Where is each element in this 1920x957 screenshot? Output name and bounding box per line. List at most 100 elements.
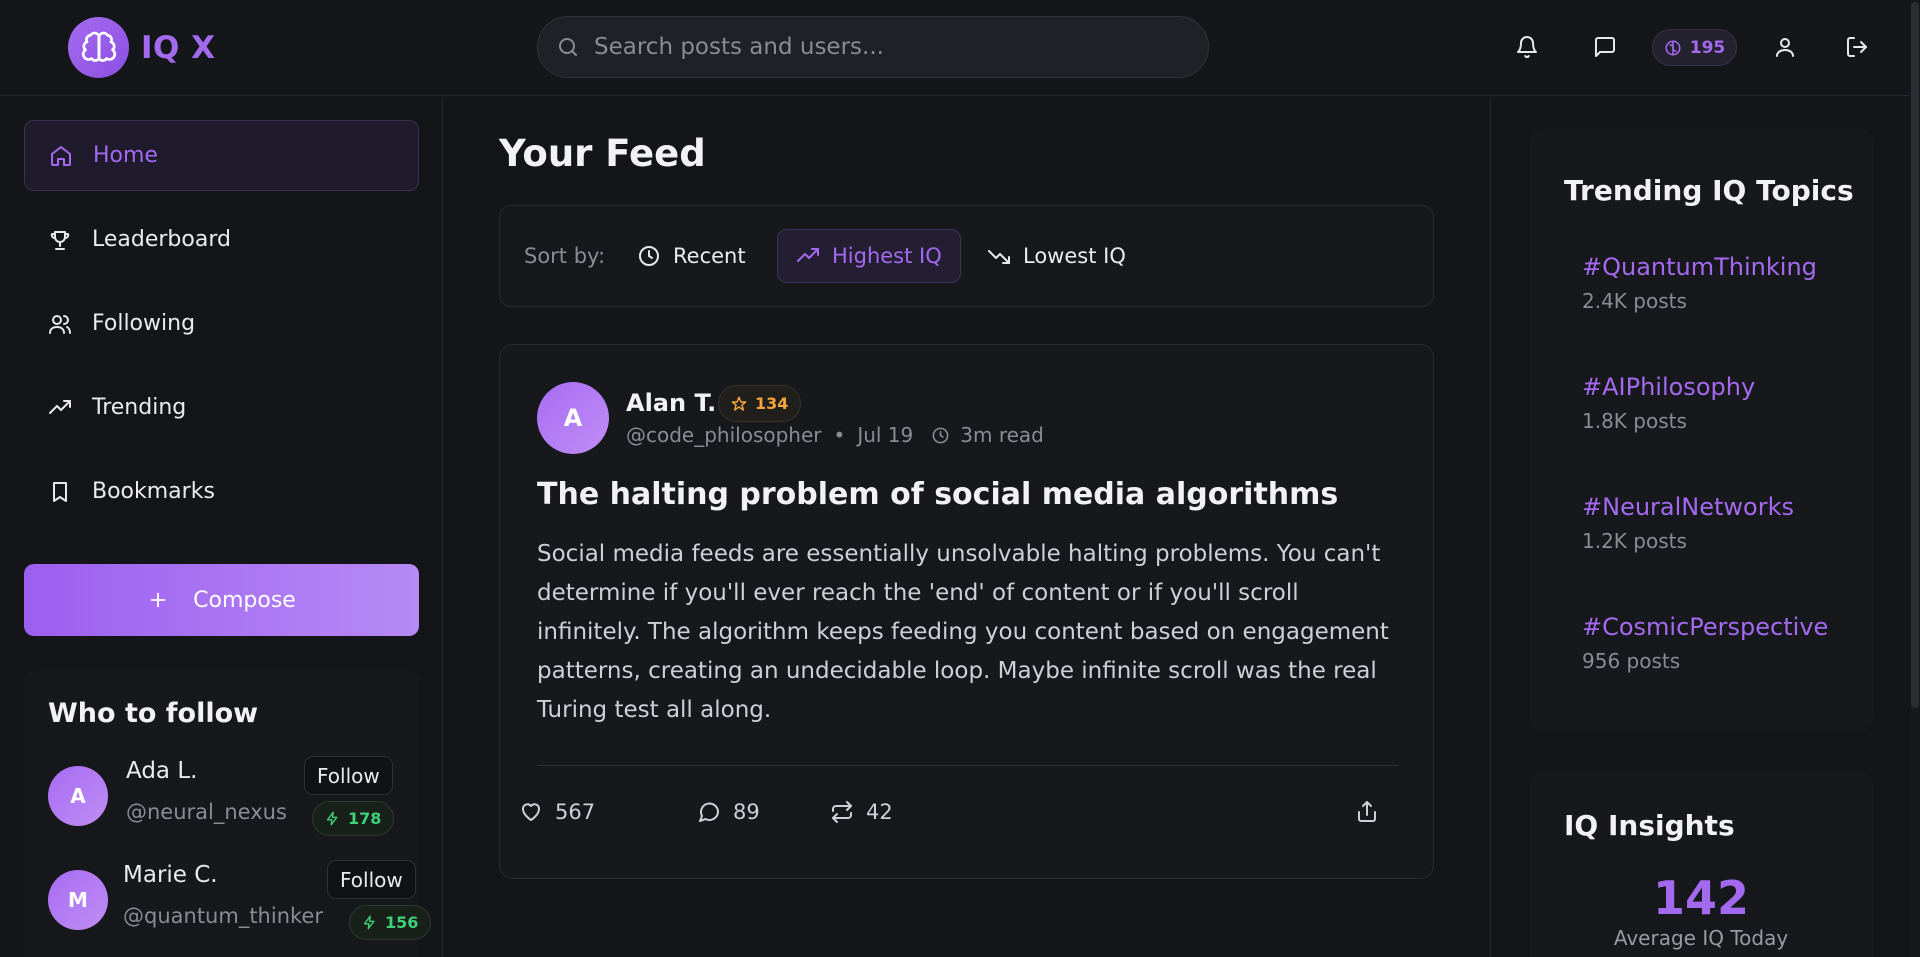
repost-button[interactable]: 42	[830, 800, 893, 824]
trending-tag[interactable]: #NeuralNetworks	[1582, 493, 1862, 521]
app-name: IQ X	[141, 29, 216, 66]
avatar[interactable]: A	[537, 382, 609, 454]
who-to-follow-card: Who to follow A Ada L. Follow @neural_ne…	[24, 670, 432, 957]
bookmark-icon	[48, 480, 72, 504]
brain-icon	[1664, 39, 1682, 57]
sort-option-label: Lowest IQ	[1023, 244, 1126, 268]
iq-score-value: 195	[1689, 37, 1726, 58]
plus-icon	[147, 589, 169, 611]
post-author-name[interactable]: Alan T.	[626, 389, 716, 417]
clock-icon	[931, 426, 950, 445]
sidebar-item-home[interactable]: Home	[24, 120, 419, 191]
sidebar-item-label: Trending	[92, 395, 187, 420]
share-icon	[1355, 800, 1379, 824]
page-title: Your Feed	[499, 132, 706, 175]
suggested-user[interactable]: A Ada L. Follow @neural_nexus 178	[48, 754, 428, 844]
post-read-time: 3m read	[960, 423, 1044, 447]
sort-recent-button[interactable]: Recent	[619, 229, 764, 283]
trending-topic[interactable]: #QuantumThinking 2.4K posts	[1582, 253, 1862, 313]
repost-icon	[830, 800, 854, 824]
like-button[interactable]: 567	[519, 800, 595, 824]
meta-separator: •	[833, 423, 846, 447]
suggested-user-handle: @quantum_thinker	[123, 904, 323, 928]
message-icon[interactable]	[1590, 32, 1620, 62]
suggested-user-name[interactable]: Ada L.	[126, 758, 197, 784]
scrollbar-thumb[interactable]	[1911, 2, 1919, 708]
trending-tag[interactable]: #CosmicPerspective	[1582, 613, 1862, 641]
follow-button[interactable]: Follow	[327, 860, 416, 899]
suggested-user-handle: @neural_nexus	[126, 800, 287, 824]
compose-button[interactable]: Compose	[24, 564, 419, 636]
trending-topics-card: Trending IQ Topics #QuantumThinking 2.4K…	[1529, 128, 1873, 732]
clock-icon	[637, 244, 661, 268]
sort-option-label: Recent	[673, 244, 746, 268]
users-icon	[48, 312, 72, 336]
trending-count: 1.2K posts	[1582, 529, 1687, 553]
trending-up-icon	[796, 244, 820, 268]
trending-up-icon	[48, 396, 72, 420]
trending-count: 1.8K posts	[1582, 409, 1687, 433]
compose-label: Compose	[193, 587, 296, 613]
suggested-user[interactable]: M Marie C. Follow @quantum_thinker 156	[48, 858, 432, 948]
iq-badge: 156	[349, 905, 432, 940]
trending-title: Trending IQ Topics	[1564, 174, 1854, 207]
iq-badge: 178	[312, 801, 395, 836]
sort-lowest-iq-button[interactable]: Lowest IQ	[969, 229, 1144, 283]
sidebar-item-trending[interactable]: Trending	[24, 372, 419, 443]
comment-icon	[697, 800, 721, 824]
post-date: Jul 19	[857, 423, 914, 447]
share-button[interactable]	[1355, 800, 1379, 824]
post-meta: @code_philosopher • Jul 19 3m read	[626, 423, 1044, 447]
post-card[interactable]: A Alan T. 134 @code_philosopher • Jul 19…	[499, 344, 1434, 879]
sidebar-item-following[interactable]: Following	[24, 288, 419, 359]
zap-icon	[362, 915, 377, 930]
sort-highest-iq-button[interactable]: Highest IQ	[777, 229, 961, 283]
suggested-user-name[interactable]: Marie C.	[123, 862, 218, 888]
average-iq-value: 142	[1652, 871, 1750, 925]
sort-label: Sort by:	[524, 244, 606, 268]
post-title[interactable]: The halting problem of social media algo…	[537, 477, 1338, 512]
sidebar-item-bookmarks[interactable]: Bookmarks	[24, 456, 419, 527]
trending-tag[interactable]: #QuantumThinking	[1582, 253, 1862, 281]
logout-icon[interactable]	[1842, 32, 1872, 62]
brain-logo-icon	[68, 17, 129, 78]
left-sidebar: Home Leaderboard Following Trending Book…	[0, 97, 443, 957]
trending-topic[interactable]: #NeuralNetworks 1.2K posts	[1582, 493, 1862, 553]
search-input[interactable]	[594, 34, 1154, 60]
avatar[interactable]: M	[48, 870, 108, 930]
sidebar-item-label: Home	[93, 143, 158, 168]
trending-tag[interactable]: #AIPhilosophy	[1582, 373, 1862, 401]
star-icon	[731, 396, 747, 412]
divider	[537, 765, 1398, 766]
sidebar-item-leaderboard[interactable]: Leaderboard	[24, 204, 419, 275]
avatar[interactable]: A	[48, 766, 108, 826]
iq-insights-card: IQ Insights 142 Average IQ Today	[1529, 771, 1873, 957]
post-body: Social media feeds are essentially unsol…	[537, 541, 1389, 723]
comment-count: 89	[733, 800, 760, 824]
search-bar[interactable]	[537, 16, 1209, 78]
post-author-handle[interactable]: @code_philosopher	[626, 423, 822, 447]
average-iq-label: Average IQ Today	[1613, 926, 1789, 950]
bell-icon[interactable]	[1512, 32, 1542, 62]
author-iq-value: 134	[755, 394, 789, 413]
follow-button[interactable]: Follow	[304, 756, 393, 795]
who-to-follow-title: Who to follow	[48, 698, 259, 729]
iq-score-badge[interactable]: 195	[1652, 29, 1737, 66]
insights-title: IQ Insights	[1564, 809, 1735, 842]
trending-count: 2.4K posts	[1582, 289, 1687, 313]
search-icon	[556, 35, 580, 59]
sort-option-label: Highest IQ	[832, 244, 942, 268]
trending-down-icon	[987, 244, 1011, 268]
iq-badge-value: 178	[348, 809, 382, 828]
sidebar-item-label: Following	[92, 311, 196, 336]
comment-button[interactable]: 89	[697, 800, 760, 824]
repost-count: 42	[866, 800, 893, 824]
logo[interactable]: IQ X	[68, 17, 216, 78]
trending-topic[interactable]: #CosmicPerspective 956 posts	[1582, 613, 1862, 673]
iq-badge-value: 156	[385, 913, 419, 932]
user-icon[interactable]	[1770, 32, 1800, 62]
trending-topic[interactable]: #AIPhilosophy 1.8K posts	[1582, 373, 1862, 433]
sidebar-item-label: Bookmarks	[92, 479, 215, 504]
sidebar-item-label: Leaderboard	[92, 227, 231, 252]
like-count: 567	[555, 800, 596, 824]
